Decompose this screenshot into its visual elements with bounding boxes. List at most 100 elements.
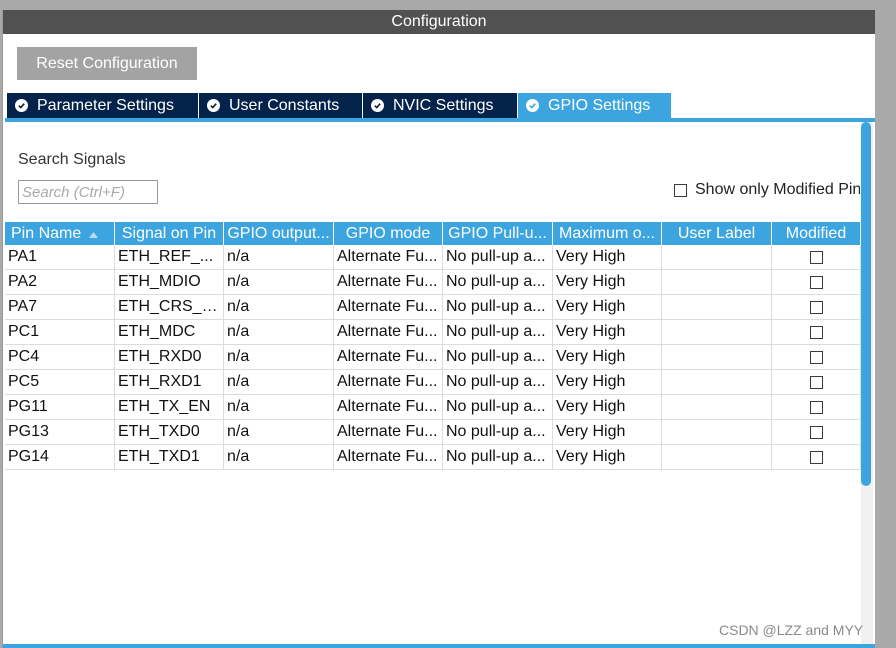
cell-mode: Alternate Fu... bbox=[334, 395, 443, 420]
cell-label[interactable] bbox=[662, 245, 772, 270]
cell-modified bbox=[772, 245, 861, 270]
cell-pin: PA1 bbox=[5, 245, 115, 270]
tab-label: GPIO Settings bbox=[548, 96, 651, 114]
column-header-gpio-pull[interactable]: GPIO Pull-u... bbox=[443, 222, 553, 245]
cell-pin: PG14 bbox=[5, 445, 115, 470]
cell-pull: No pull-up a... bbox=[443, 370, 553, 395]
column-header-gpio-mode[interactable]: GPIO mode bbox=[334, 222, 443, 245]
cell-pin: PA7 bbox=[5, 295, 115, 320]
cell-signal: ETH_RXD0 bbox=[115, 345, 224, 370]
scrollbar-thumb[interactable] bbox=[861, 122, 871, 486]
column-header-pin-name[interactable]: Pin Name bbox=[5, 222, 115, 245]
modified-checkbox[interactable] bbox=[809, 350, 823, 364]
cell-signal: ETH_TXD1 bbox=[115, 445, 224, 470]
cell-signal: ETH_REF_... bbox=[115, 245, 224, 270]
cell-modified bbox=[772, 345, 861, 370]
cell-mode: Alternate Fu... bbox=[334, 295, 443, 320]
tab-underline bbox=[5, 118, 875, 122]
cell-pin: PC1 bbox=[5, 320, 115, 345]
column-header-max-output-speed[interactable]: Maximum o... bbox=[553, 222, 662, 245]
vertical-scrollbar[interactable] bbox=[861, 122, 873, 648]
table-row[interactable]: PG13 ETH_TXD0 n/a Alternate Fu... No pull-up… bbox=[5, 420, 861, 445]
cell-label[interactable] bbox=[662, 345, 772, 370]
cell-mode: Alternate Fu... bbox=[334, 245, 443, 270]
table-row[interactable]: PC1 ETH_MDC n/a Alternate Fu... No pull-up a… bbox=[5, 320, 861, 345]
cell-speed: Very High bbox=[553, 395, 662, 420]
cell-label[interactable] bbox=[662, 395, 772, 420]
tab-label: User Constants bbox=[229, 96, 340, 114]
show-modified-filter[interactable]: Show only Modified Pins bbox=[674, 180, 860, 200]
cell-pull: No pull-up a... bbox=[443, 320, 553, 345]
tab-gpio-settings[interactable]: GPIO Settings bbox=[518, 93, 672, 118]
cell-label[interactable] bbox=[662, 420, 772, 445]
column-header-signal[interactable]: Signal on Pin bbox=[115, 222, 224, 245]
column-header-gpio-output[interactable]: GPIO output... bbox=[224, 222, 334, 245]
cell-pull: No pull-up a... bbox=[443, 395, 553, 420]
search-input[interactable] bbox=[18, 180, 158, 204]
cell-label[interactable] bbox=[662, 445, 772, 470]
cell-output: n/a bbox=[224, 295, 334, 320]
tab-user-constants[interactable]: User Constants bbox=[199, 93, 363, 118]
cell-pull: No pull-up a... bbox=[443, 345, 553, 370]
modified-checkbox[interactable] bbox=[809, 300, 823, 314]
cell-pull: No pull-up a... bbox=[443, 270, 553, 295]
modified-checkbox[interactable] bbox=[809, 250, 823, 264]
cell-signal: ETH_TXD0 bbox=[115, 420, 224, 445]
cell-modified bbox=[772, 295, 861, 320]
tab-label: Parameter Settings bbox=[37, 96, 174, 114]
cell-signal: ETH_TX_EN bbox=[115, 395, 224, 420]
cell-modified bbox=[772, 320, 861, 345]
sort-ascending-icon bbox=[89, 222, 99, 245]
cell-output: n/a bbox=[224, 395, 334, 420]
cell-mode: Alternate Fu... bbox=[334, 445, 443, 470]
cell-speed: Very High bbox=[553, 345, 662, 370]
modified-checkbox[interactable] bbox=[809, 425, 823, 439]
modified-checkbox[interactable] bbox=[809, 450, 823, 464]
cell-speed: Very High bbox=[553, 420, 662, 445]
table-row[interactable]: PG11 ETH_TX_EN n/a Alternate Fu... No pull-u… bbox=[5, 395, 861, 420]
cell-output: n/a bbox=[224, 245, 334, 270]
modified-checkbox[interactable] bbox=[809, 275, 823, 289]
cell-label[interactable] bbox=[662, 370, 772, 395]
table-row[interactable]: PA2 ETH_MDIO n/a Alternate Fu... No pull-up … bbox=[5, 270, 861, 295]
table-row[interactable]: PG14 ETH_TXD1 n/a Alternate Fu... No pull-up… bbox=[5, 445, 861, 470]
table-row[interactable]: PC4 ETH_RXD0 n/a Alternate Fu... No pull-up … bbox=[5, 345, 861, 370]
search-signals-label: Search Signals bbox=[18, 151, 126, 168]
cell-output: n/a bbox=[224, 370, 334, 395]
cell-output: n/a bbox=[224, 420, 334, 445]
cell-signal: ETH_RXD1 bbox=[115, 370, 224, 395]
table-row[interactable]: PA7 ETH_CRS_DV n/a Alternate Fu... No pull-u… bbox=[5, 295, 861, 320]
tab-nvic-settings[interactable]: NVIC Settings bbox=[363, 93, 518, 118]
cell-label[interactable] bbox=[662, 270, 772, 295]
cell-mode: Alternate Fu... bbox=[334, 345, 443, 370]
cell-mode: Alternate Fu... bbox=[334, 420, 443, 445]
cell-pull: No pull-up a... bbox=[443, 295, 553, 320]
column-header-modified[interactable]: Modified bbox=[772, 222, 861, 245]
cell-pin: PA2 bbox=[5, 270, 115, 295]
modified-checkbox[interactable] bbox=[809, 325, 823, 339]
check-circle-icon bbox=[15, 99, 28, 112]
cell-speed: Very High bbox=[553, 245, 662, 270]
cell-signal: ETH_MDIO bbox=[115, 270, 224, 295]
cell-modified bbox=[772, 270, 861, 295]
cell-speed: Very High bbox=[553, 370, 662, 395]
tab-parameter-settings[interactable]: Parameter Settings bbox=[7, 93, 199, 118]
modified-checkbox[interactable] bbox=[809, 375, 823, 389]
table-row[interactable]: PA1 ETH_REF_... n/a Alternate Fu... No pull-… bbox=[5, 245, 861, 270]
cell-pull: No pull-up a... bbox=[443, 445, 553, 470]
column-header-user-label[interactable]: User Label bbox=[662, 222, 772, 245]
show-modified-checkbox[interactable] bbox=[674, 183, 687, 197]
cell-speed: Very High bbox=[553, 270, 662, 295]
cell-modified bbox=[772, 445, 861, 470]
table-row[interactable]: PC5 ETH_RXD1 n/a Alternate Fu... No pull-up … bbox=[5, 370, 861, 395]
cell-label[interactable] bbox=[662, 295, 772, 320]
cell-output: n/a bbox=[224, 270, 334, 295]
cell-speed: Very High bbox=[553, 320, 662, 345]
cell-label[interactable] bbox=[662, 320, 772, 345]
reset-configuration-button[interactable]: Reset Configuration bbox=[17, 47, 197, 80]
cell-pin: PG11 bbox=[5, 395, 115, 420]
cell-pin: PC4 bbox=[5, 345, 115, 370]
table-header: Pin Name Signal on Pin GPIO output... GP… bbox=[5, 222, 861, 245]
table-body: PA1 ETH_REF_... n/a Alternate Fu... No pull-… bbox=[5, 245, 861, 470]
modified-checkbox[interactable] bbox=[809, 400, 823, 414]
